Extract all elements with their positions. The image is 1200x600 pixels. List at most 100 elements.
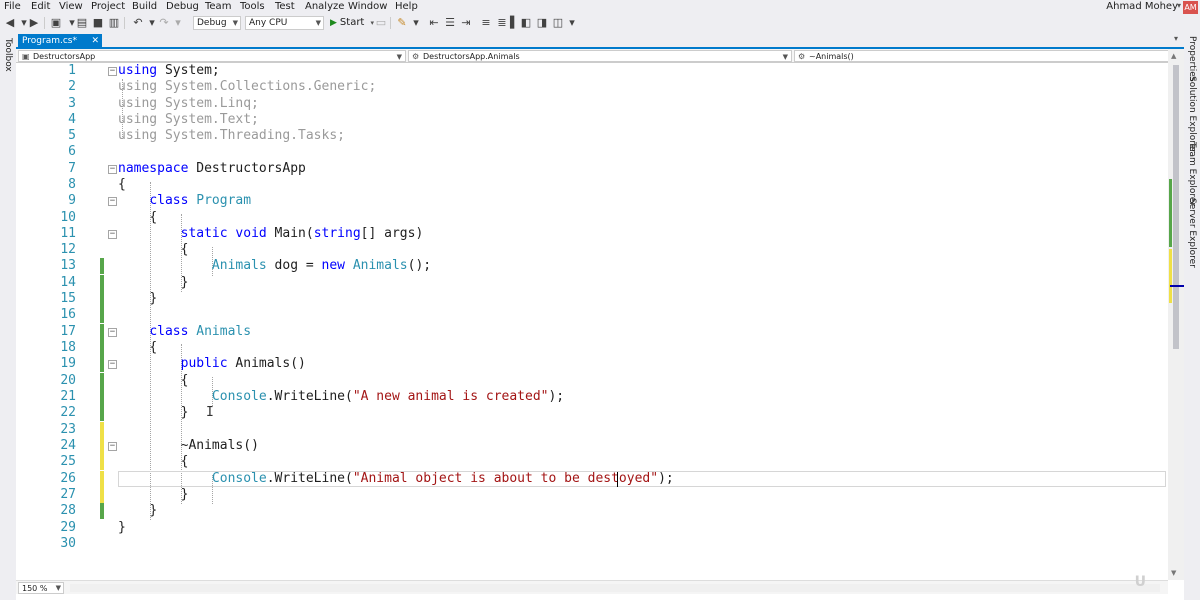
- code-line[interactable]: 15 }: [16, 291, 1168, 307]
- collapse-icon[interactable]: −: [108, 165, 117, 174]
- server-explorer-tab[interactable]: Server Explorer: [1187, 198, 1197, 268]
- code-line[interactable]: 24 − ~Animals(): [16, 438, 1168, 454]
- collapse-icon[interactable]: −: [108, 197, 117, 206]
- toolbox-tab[interactable]: Toolbox: [3, 38, 13, 72]
- menu-debug[interactable]: Debug: [166, 1, 199, 12]
- menu-help[interactable]: Help: [395, 1, 418, 12]
- open-folder-icon[interactable]: ▤: [76, 17, 88, 29]
- horizontal-scrollbar[interactable]: [70, 584, 1160, 592]
- outdent-icon[interactable]: ⇥: [460, 17, 472, 29]
- code-line[interactable]: 8 {: [16, 177, 1168, 193]
- code-line[interactable]: 11 − static void Main(string[] args): [16, 226, 1168, 242]
- menu-file[interactable]: File: [4, 1, 21, 12]
- code-line[interactable]: 5 using System.Threading.Tasks;: [16, 128, 1168, 144]
- undo-icon[interactable]: ↶: [132, 17, 144, 29]
- code-line[interactable]: 16: [16, 307, 1168, 323]
- code-line[interactable]: 4 using System.Text;: [16, 112, 1168, 128]
- chevron-down-icon[interactable]: ▾: [410, 17, 422, 29]
- code-line[interactable]: 3 using System.Linq;: [16, 96, 1168, 112]
- menu-window[interactable]: Window: [348, 1, 387, 12]
- menu-test[interactable]: Test: [275, 1, 295, 12]
- code-line[interactable]: 19 − public Animals(): [16, 356, 1168, 372]
- code-line[interactable]: 20 {: [16, 373, 1168, 389]
- team-explorer-tab[interactable]: Team Explorer: [1187, 142, 1197, 206]
- menu-build[interactable]: Build: [132, 1, 157, 12]
- menu-team[interactable]: Team: [205, 1, 231, 12]
- align-icon[interactable]: ☰: [444, 17, 456, 29]
- code-line[interactable]: 29 }: [16, 520, 1168, 536]
- tab-program-cs[interactable]: Program.cs* ✕: [18, 34, 102, 48]
- code-line[interactable]: 7 − namespace DestructorsApp: [16, 161, 1168, 177]
- next-bookmark-icon[interactable]: ◨: [536, 17, 548, 29]
- back-icon[interactable]: ◀: [4, 17, 16, 29]
- properties-tab[interactable]: Properties: [1187, 36, 1197, 81]
- code-line[interactable]: 28 }: [16, 503, 1168, 519]
- code-line[interactable]: 25 {: [16, 454, 1168, 470]
- menu-edit[interactable]: Edit: [31, 1, 50, 12]
- prev-bookmark-icon[interactable]: ◧: [520, 17, 532, 29]
- redo-icon[interactable]: ↷: [158, 17, 170, 29]
- close-icon[interactable]: ✕: [91, 34, 99, 48]
- code-line[interactable]: 12 {: [16, 242, 1168, 258]
- chevron-down-icon[interactable]: ▾: [172, 17, 184, 29]
- code-line[interactable]: 6: [16, 144, 1168, 160]
- code-line[interactable]: 27 }: [16, 487, 1168, 503]
- code-text: }: [180, 405, 189, 420]
- collapse-icon[interactable]: −: [108, 360, 117, 369]
- code-line[interactable]: 30: [16, 536, 1168, 552]
- clear-bookmarks-icon[interactable]: ◫: [552, 17, 564, 29]
- scrollbar-thumb[interactable]: [1173, 65, 1179, 349]
- project-dropdown[interactable]: ▣ DestructorsApp ▼: [18, 50, 406, 62]
- platform-select[interactable]: Any CPU ▼: [245, 16, 324, 30]
- line-number: 29: [60, 520, 76, 535]
- code-line[interactable]: 1 − using System;: [16, 63, 1168, 79]
- avatar[interactable]: AM: [1183, 1, 1198, 14]
- menu-project[interactable]: Project: [91, 1, 125, 12]
- collapse-icon[interactable]: −: [108, 328, 117, 337]
- menu-tools[interactable]: Tools: [240, 1, 265, 12]
- browser-link-icon[interactable]: ✎: [396, 17, 408, 29]
- save-all-icon[interactable]: ▥: [108, 17, 120, 29]
- bookmark-icon[interactable]: ▐: [504, 17, 516, 29]
- code-line[interactable]: 22 } I: [16, 405, 1168, 421]
- chevron-down-icon[interactable]: ▾: [1174, 34, 1178, 43]
- menu-view[interactable]: View: [59, 1, 83, 12]
- menu-analyze[interactable]: Analyze: [305, 1, 344, 12]
- forward-icon[interactable]: ▶: [28, 17, 40, 29]
- code-text: using System;: [118, 63, 220, 78]
- code-line[interactable]: 18 {: [16, 340, 1168, 356]
- collapse-icon[interactable]: −: [108, 442, 117, 451]
- attach-icon[interactable]: ▭: [375, 17, 387, 29]
- code-line[interactable]: 23: [16, 422, 1168, 438]
- code-line-current[interactable]: 26 Console.WriteLine("Animal object is a…: [16, 471, 1168, 487]
- start-button[interactable]: ▶ Start ▾: [330, 16, 374, 30]
- vertical-scrollbar[interactable]: ▲ ▼: [1168, 49, 1184, 580]
- collapse-icon[interactable]: −: [108, 230, 117, 239]
- zoom-select[interactable]: 150 % ▼: [18, 582, 64, 594]
- solution-config-select[interactable]: Debug ▼: [193, 16, 241, 30]
- save-icon[interactable]: ■: [92, 17, 104, 29]
- chevron-down-icon[interactable]: ▾: [146, 17, 158, 29]
- code-line[interactable]: 17 − class Animals: [16, 324, 1168, 340]
- new-project-icon[interactable]: ▣: [50, 17, 62, 29]
- code-text: {: [118, 177, 126, 192]
- chevron-down-icon[interactable]: ▾: [1177, 1, 1181, 10]
- code-line[interactable]: 2 using System.Collections.Generic;: [16, 79, 1168, 95]
- code-line[interactable]: 9 − class Program: [16, 193, 1168, 209]
- member-dropdown[interactable]: ⚙ ~Animals() ▼: [794, 50, 1182, 62]
- class-dropdown[interactable]: ⚙ DestructorsApp.Animals ▼: [408, 50, 792, 62]
- comment-icon[interactable]: ≡: [480, 17, 492, 29]
- chevron-down-icon[interactable]: ▾: [566, 17, 578, 29]
- code-editor[interactable]: 1 − using System; 2 using System.Collect…: [16, 63, 1168, 580]
- collapse-icon[interactable]: −: [108, 67, 117, 76]
- change-marker-saved: [100, 307, 104, 323]
- scroll-up-icon[interactable]: ▲: [1171, 52, 1176, 60]
- code-line[interactable]: 10 {: [16, 210, 1168, 226]
- code-line[interactable]: 13 Animals dog = new Animals();: [16, 258, 1168, 274]
- scroll-down-icon[interactable]: ▼: [1171, 569, 1176, 577]
- code-text: {: [149, 210, 158, 225]
- code-line[interactable]: 14 }: [16, 275, 1168, 291]
- account-name[interactable]: Ahmad Mohey: [1106, 1, 1178, 12]
- step-icon[interactable]: ⇤: [428, 17, 440, 29]
- code-line[interactable]: 21 Console.WriteLine("A new animal is cr…: [16, 389, 1168, 405]
